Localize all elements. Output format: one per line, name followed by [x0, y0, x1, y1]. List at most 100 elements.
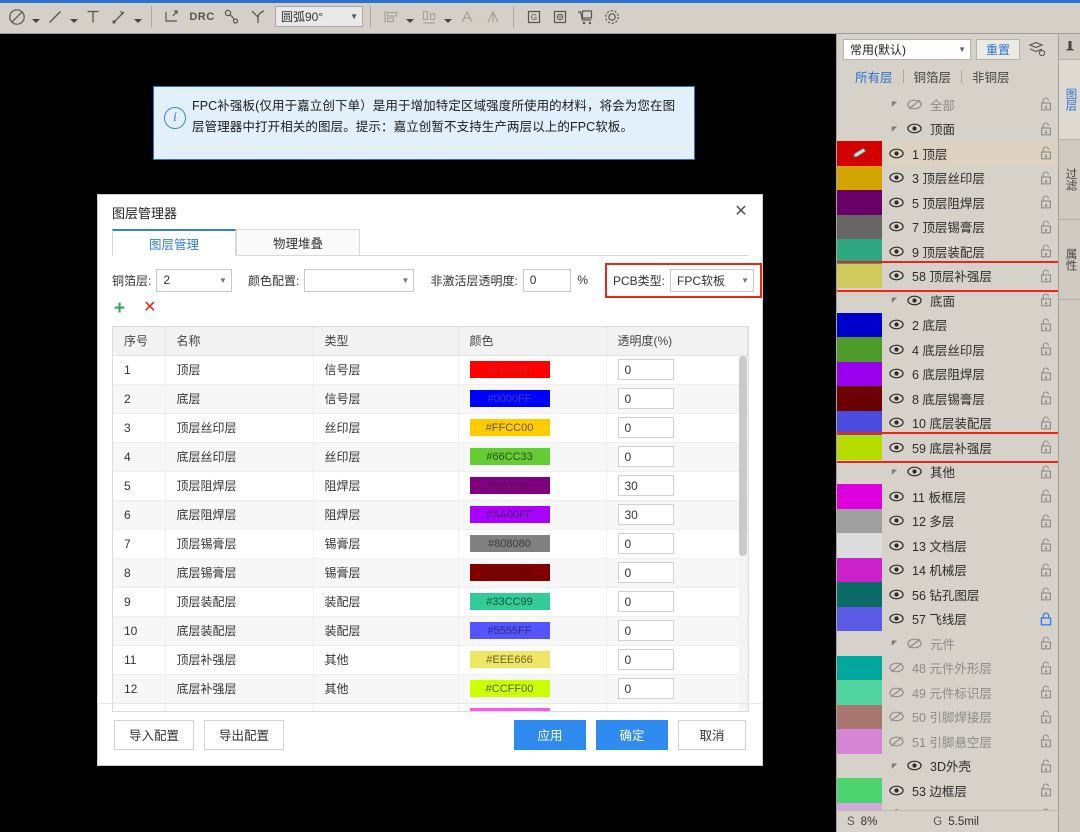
eye-icon[interactable] — [888, 613, 905, 624]
lock-open-icon[interactable] — [1035, 367, 1057, 381]
table-row[interactable]: 7顶层锡膏层锡膏层#8080800 — [113, 529, 748, 558]
layer-color-swatch[interactable] — [837, 435, 882, 460]
cell-color[interactable]: #EEE666 — [458, 645, 606, 674]
eye-icon[interactable] — [888, 540, 905, 551]
table-row[interactable]: 11顶层补强层其他#EEE6660 — [113, 645, 748, 674]
layer-color-swatch[interactable] — [837, 411, 882, 436]
cell-color[interactable]: #66CC33 — [458, 442, 606, 471]
layer-group-row[interactable]: ◤3D外壳 — [837, 754, 1059, 779]
table-row[interactable]: 10底层装配层装配层#5555FF0 — [113, 616, 748, 645]
opacity-input[interactable]: 0 — [618, 359, 674, 380]
layer-row[interactable]: 58 顶层补强层 — [837, 264, 1059, 289]
layer-group-row[interactable]: ◤全部 — [837, 92, 1059, 117]
copper-layers-select[interactable]: 2 ▼ — [156, 269, 232, 292]
lock-open-icon[interactable] — [1035, 146, 1057, 160]
line-tool-caret-icon[interactable] — [68, 4, 80, 30]
layer-color-swatch[interactable] — [837, 656, 882, 681]
cell-color[interactable]: #5555FF — [458, 616, 606, 645]
layer-row[interactable]: 3 顶层丝印层 — [837, 166, 1059, 191]
lock-open-icon[interactable] — [1035, 342, 1057, 356]
layer-row[interactable]: 8 底层锡膏层 — [837, 386, 1059, 411]
eye-off-icon[interactable] — [888, 687, 905, 698]
order-cart-icon[interactable] — [573, 4, 599, 30]
eye-icon[interactable] — [888, 172, 905, 183]
eye-icon[interactable] — [888, 589, 905, 600]
inactive-opacity-input[interactable]: 0 — [523, 269, 572, 292]
layer-row[interactable]: 53 边框层 — [837, 778, 1059, 803]
layer-row[interactable]: 13 文档层 — [837, 533, 1059, 558]
layer-row[interactable]: 10 底层装配层 — [837, 411, 1059, 436]
layer-row[interactable]: 57 飞线层 — [837, 607, 1059, 632]
align-b-icon[interactable] — [480, 4, 506, 30]
tab-copper-layers[interactable]: 铜箔层 — [904, 67, 962, 86]
layer-color-swatch[interactable] — [837, 533, 882, 558]
layer-row[interactable]: 2 底层 — [837, 313, 1059, 338]
layer-row[interactable]: 56 钻孔图层 — [837, 582, 1059, 607]
eye-icon[interactable] — [888, 442, 905, 453]
lock-open-icon[interactable] — [1035, 416, 1057, 430]
pcb-type-select[interactable]: FPC软板 ▼ — [670, 269, 754, 292]
color-swatch[interactable]: #AA00FF — [470, 506, 550, 523]
layer-stack-icon[interactable] — [1025, 38, 1049, 60]
export-config-button[interactable]: 导出配置 — [204, 720, 284, 750]
chevron-down-icon[interactable]: ◤ — [890, 639, 899, 647]
eye-icon[interactable] — [888, 270, 905, 281]
eye-icon[interactable] — [888, 197, 905, 208]
cell-opacity[interactable]: 0 — [606, 645, 748, 674]
opacity-input[interactable]: 30 — [618, 504, 674, 525]
route-icon[interactable] — [245, 4, 271, 30]
lock-open-icon[interactable] — [1035, 710, 1057, 724]
layer-color-swatch[interactable] — [837, 264, 882, 289]
layer-color-swatch[interactable] — [837, 509, 882, 534]
color-scheme-select[interactable]: ▼ — [304, 269, 414, 292]
close-icon[interactable]: ✕ — [730, 201, 752, 223]
color-swatch[interactable]: #33CC99 — [470, 593, 550, 610]
lock-open-icon[interactable] — [1035, 489, 1057, 503]
chevron-down-icon[interactable]: ◤ — [890, 468, 899, 476]
eye-icon[interactable] — [888, 785, 905, 796]
cell-opacity[interactable]: 0 — [606, 587, 748, 616]
layer-row[interactable]: 4 底层丝印层 — [837, 337, 1059, 362]
cell-opacity[interactable]: 0 — [606, 355, 748, 384]
layer-color-swatch[interactable] — [837, 190, 882, 215]
layer-row[interactable]: 14 机械层 — [837, 558, 1059, 583]
table-row[interactable]: 4底层丝印层丝印层#66CC330 — [113, 442, 748, 471]
eye-icon[interactable] — [888, 221, 905, 232]
eye-icon[interactable] — [906, 466, 923, 477]
layer-row[interactable]: 59 底层补强层 — [837, 435, 1059, 460]
vtab-properties[interactable]: 属性 — [1059, 220, 1080, 300]
layer-group-row[interactable]: ◤其他 — [837, 460, 1059, 485]
lock-open-icon[interactable] — [1035, 465, 1057, 479]
eye-icon[interactable] — [888, 417, 905, 428]
cell-color[interactable]: #0000FF — [458, 384, 606, 413]
lock-open-icon[interactable] — [1035, 171, 1057, 185]
eye-off-icon[interactable] — [906, 638, 923, 649]
tab-physical-stackup[interactable]: 物理堆叠 — [236, 229, 360, 256]
lock-open-icon[interactable] — [1035, 783, 1057, 797]
cell-color[interactable]: #FF0000 — [458, 355, 606, 384]
layer-color-swatch[interactable] — [837, 337, 882, 362]
eye-icon[interactable] — [888, 515, 905, 526]
table-row[interactable]: 3顶层丝印层丝印层#FFCC000 — [113, 413, 748, 442]
preset-select[interactable]: 常用(默认) ▼ — [843, 39, 971, 60]
layer-row[interactable]: 49 元件标识层 — [837, 680, 1059, 705]
layer-group-row[interactable]: ◤底面 — [837, 288, 1059, 313]
chevron-down-icon[interactable]: ◤ — [890, 125, 899, 133]
cell-opacity[interactable]: 0 — [606, 442, 748, 471]
layer-row[interactable]: 12 多层 — [837, 509, 1059, 534]
lock-open-icon[interactable] — [1035, 563, 1057, 577]
tab-noncopper-layers[interactable]: 非铜层 — [962, 67, 1020, 86]
align-left-icon[interactable] — [378, 4, 404, 30]
lock-open-icon[interactable] — [1035, 293, 1057, 307]
lock-open-icon[interactable] — [1035, 538, 1057, 552]
tab-all-layers[interactable]: 所有层 — [845, 67, 903, 86]
opacity-input[interactable]: 0 — [618, 533, 674, 554]
lock-open-icon[interactable] — [1035, 244, 1057, 258]
opacity-input[interactable]: 0 — [618, 446, 674, 467]
cell-color[interactable]: #800000 — [458, 558, 606, 587]
layer-row[interactable]: 1 顶层 — [837, 141, 1059, 166]
layer-color-swatch[interactable] — [837, 239, 882, 264]
circle-tool-icon[interactable] — [4, 4, 30, 30]
reset-button[interactable]: 重置 — [976, 39, 1020, 60]
eye-icon[interactable] — [888, 491, 905, 502]
